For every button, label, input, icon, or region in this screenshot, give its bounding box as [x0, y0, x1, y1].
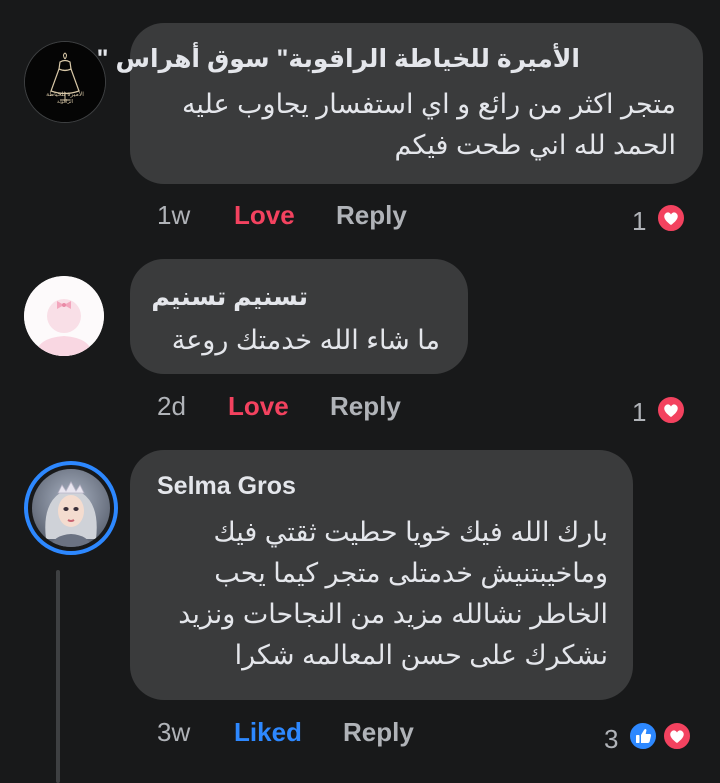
dress-logo: الأميرة للخياطة الراقوبة [25, 42, 105, 122]
logo-text-line-1: الأميرة للخياطة [46, 90, 84, 98]
logo-text-line-2: الراقوبة [57, 99, 73, 105]
comment-text-line: بارك الله فيك خويا حطيت ثقتي فيك [213, 517, 608, 547]
comment-text-line: وماخيبتنيش خدمتلى متجر كيما يحب [214, 558, 608, 588]
liked-button[interactable]: Liked [234, 717, 302, 748]
user-avatar-story-ring[interactable] [24, 461, 118, 555]
comment-text: متجر اكثر من رائع و اي استفسار يجاوب علي… [182, 84, 676, 166]
reaction-count[interactable]: 1 [632, 397, 646, 428]
reply-button[interactable]: Reply [343, 717, 414, 748]
comment-timestamp[interactable]: 2d [157, 391, 186, 422]
love-reaction-icon[interactable] [656, 395, 686, 425]
love-button[interactable]: Love [228, 391, 289, 422]
reply-button[interactable]: Reply [330, 391, 401, 422]
comment-author[interactable]: Selma Gros [157, 472, 296, 501]
comment-text-line: نشكرك على حسن المعالمه شكرا [234, 640, 608, 670]
love-reaction-icon[interactable] [662, 721, 692, 751]
comment-timestamp[interactable]: 3w [157, 717, 190, 748]
love-button[interactable]: Love [234, 200, 295, 231]
reaction-count[interactable]: 1 [632, 206, 646, 237]
comment-author[interactable]: تسنيم تسنيم [151, 282, 308, 312]
comment-text-line: متجر اكثر من رائع و اي استفسار يجاوب علي… [181, 89, 676, 119]
thread-line [56, 570, 60, 783]
user-avatar [32, 469, 110, 547]
comment-author[interactable]: الأميرة للخياطة الراقوبة" سوق أهراس " [97, 44, 580, 74]
comment-text-line: الخاطر نشالله مزيد من النجاحات ونزيد [178, 599, 608, 629]
page-avatar[interactable]: الأميرة للخياطة الراقوبة [24, 41, 106, 123]
comment-text-line: ما شاء الله خدمتك روعة [171, 325, 440, 355]
like-reaction-icon[interactable] [628, 721, 658, 751]
love-reaction-icon[interactable] [656, 203, 686, 233]
comment-text: بارك الله فيك خويا حطيت ثقتي فيك وماخيبت… [178, 512, 608, 676]
reaction-count[interactable]: 3 [604, 724, 618, 755]
reply-button[interactable]: Reply [336, 200, 407, 231]
comment-text: ما شاء الله خدمتك روعة [172, 320, 440, 361]
comment-text-line: الحمد لله اني طحت فيكم [394, 130, 676, 160]
bow-icon [24, 276, 104, 356]
comment-timestamp[interactable]: 1w [157, 200, 190, 231]
user-avatar[interactable] [24, 276, 104, 356]
